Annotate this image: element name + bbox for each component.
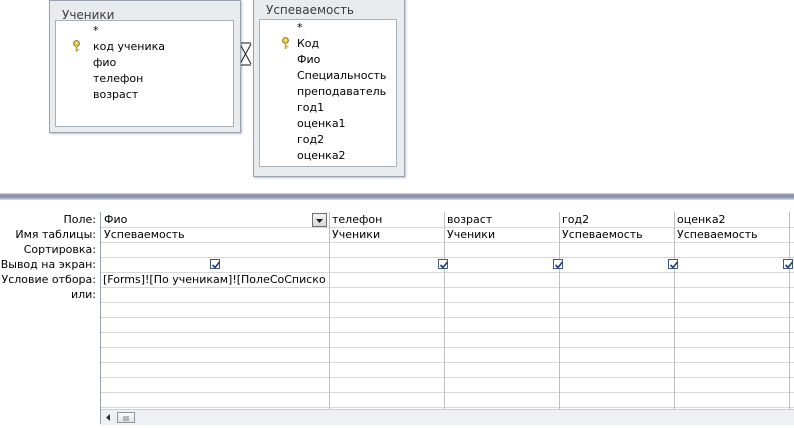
grid-row-line [101,242,794,243]
grid-row-line [101,392,794,393]
row-label-sort: Сортировка: [23,243,96,256]
row-labels: Поле: Имя таблицы: Сортировка: Вывод на … [0,212,96,302]
table-field[interactable]: оценка1 [260,116,396,132]
grid-column-line [444,212,445,424]
grid-column-line [789,212,790,424]
field-cell[interactable]: телефон [332,212,441,227]
table-cell[interactable]: Ученики [447,227,556,242]
checkmark-icon [669,261,679,269]
checkmark-icon [784,261,794,269]
grid-row-line [101,302,794,303]
field-cell[interactable]: год2 [562,212,671,227]
table-field-name: фио [93,56,117,69]
table-field[interactable]: * [56,23,233,39]
grid-column-line [674,212,675,424]
arrow-left-icon[interactable] [103,412,114,423]
table-field[interactable]: * [260,20,396,36]
show-checkbox[interactable] [438,259,449,269]
table-field-name: возраст [93,88,139,101]
grid-row-line [101,332,794,333]
table-field[interactable]: оценка2 [260,148,396,164]
table-field-name: преподаватель [297,85,387,98]
table-title[interactable]: Успеваемость [266,3,354,17]
field-cell[interactable]: возраст [447,212,556,227]
field-list[interactable]: * Код Фио Специальность преподаватель год1 оце… [259,19,397,167]
field-list[interactable]: * код ученика фио телефон возраст [55,20,234,127]
pane-splitter[interactable] [0,193,794,200]
table-cell[interactable]: Успеваемость [562,227,671,242]
table-field[interactable]: телефон [56,71,233,87]
table-field-name: Фио [297,53,321,66]
table-window-uspevaemost[interactable]: Успеваемость * Код Фио Специальность препода… [253,0,405,177]
grid-row-line [101,287,794,288]
table-field-name: год2 [297,133,325,146]
query-design-grid: Поле: Имя таблицы: Сортировка: Вывод на … [0,200,794,428]
row-label-table: Имя таблицы: [15,228,96,241]
row-label-or: или: [70,288,96,301]
table-field[interactable]: год1 [260,100,396,116]
table-cell[interactable]: Успеваемость [104,227,326,242]
scrollbar-thumb[interactable] [117,412,135,423]
field-cell[interactable]: оценка2 [677,212,786,227]
criteria-cell[interactable]: [Forms]![По ученикам]![ПолеСоСписком6] [103,272,325,287]
table-field[interactable]: Специальность [260,68,396,84]
table-field-name: оценка2 [297,149,346,162]
field-dropdown-button[interactable] [312,213,327,227]
table-field-name: год1 [297,101,325,114]
grid-row-line [101,347,794,348]
grid-row-line [101,257,794,258]
table-field-name: оценка1 [297,117,346,130]
table-field-name: телефон [93,72,144,85]
grid-row-line [101,377,794,378]
row-label-show: Вывод на экран: [0,258,96,271]
show-checkbox[interactable] [210,259,221,269]
table-design-pane: Ученики * код ученика фио телефон возраст Ус… [0,0,794,193]
table-field[interactable]: Фио [260,52,396,68]
field-cell[interactable]: Фио [104,212,326,227]
table-field[interactable]: преподаватель [260,84,396,100]
table-cell[interactable]: Ученики [332,227,441,242]
grid-column-line [559,212,560,424]
grid-row-line [101,317,794,318]
checkmark-icon [554,261,564,269]
criteria-grid[interactable]: Фио Успеваемость [Forms]![По ученикам]![По… [100,212,794,424]
grid-row-line [101,407,794,408]
show-checkbox[interactable] [668,259,679,269]
row-label-field: Поле: [63,213,96,226]
show-checkbox[interactable] [553,259,564,269]
horizontal-scrollbar[interactable] [101,409,794,425]
table-field[interactable]: год2 [260,132,396,148]
table-field-name: * [297,21,303,34]
grid-column-line [329,212,330,424]
table-field-name: * [93,24,99,37]
table-field-name: Специальность [297,69,387,82]
table-window-uchenyki[interactable]: Ученики * код ученика фио телефон возраст [49,0,241,133]
table-field[interactable]: возраст [56,87,233,103]
table-field[interactable]: фио [56,55,233,71]
table-field[interactable]: код ученика [56,39,233,55]
table-field-name: Код [297,37,320,50]
checkmark-icon [439,261,449,269]
table-cell[interactable]: Успеваемость [677,227,786,242]
table-field[interactable]: Код [260,36,396,52]
grid-row-line [101,362,794,363]
show-checkbox[interactable] [783,259,794,269]
checkmark-icon [211,261,221,269]
chevron-down-icon [316,219,323,223]
table-field-name: код ученика [93,40,165,53]
row-label-criteria: Условие отбора: [1,273,97,286]
